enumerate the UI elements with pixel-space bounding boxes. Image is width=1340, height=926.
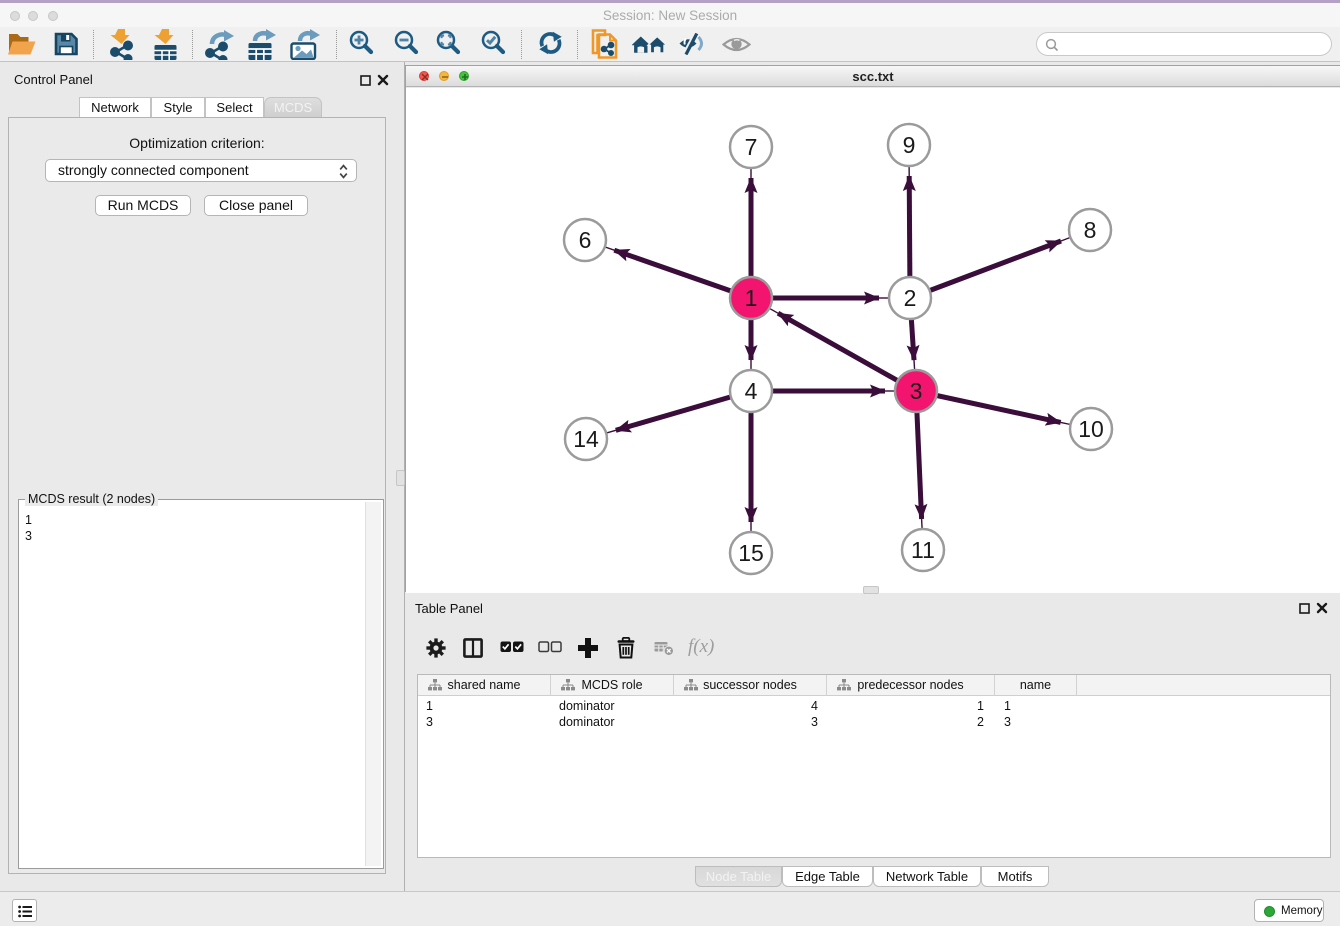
svg-text:11: 11 xyxy=(911,537,935,563)
svg-text:10: 10 xyxy=(1078,416,1104,442)
svg-text:7: 7 xyxy=(745,134,758,160)
svg-text:8: 8 xyxy=(1084,217,1097,243)
svg-text:14: 14 xyxy=(573,426,599,452)
svg-text:9: 9 xyxy=(903,132,916,158)
svg-text:1: 1 xyxy=(745,285,758,311)
svg-text:15: 15 xyxy=(738,540,764,566)
svg-text:4: 4 xyxy=(745,378,758,404)
svg-text:3: 3 xyxy=(910,378,923,404)
svg-text:6: 6 xyxy=(579,227,592,253)
svg-text:2: 2 xyxy=(904,285,917,311)
